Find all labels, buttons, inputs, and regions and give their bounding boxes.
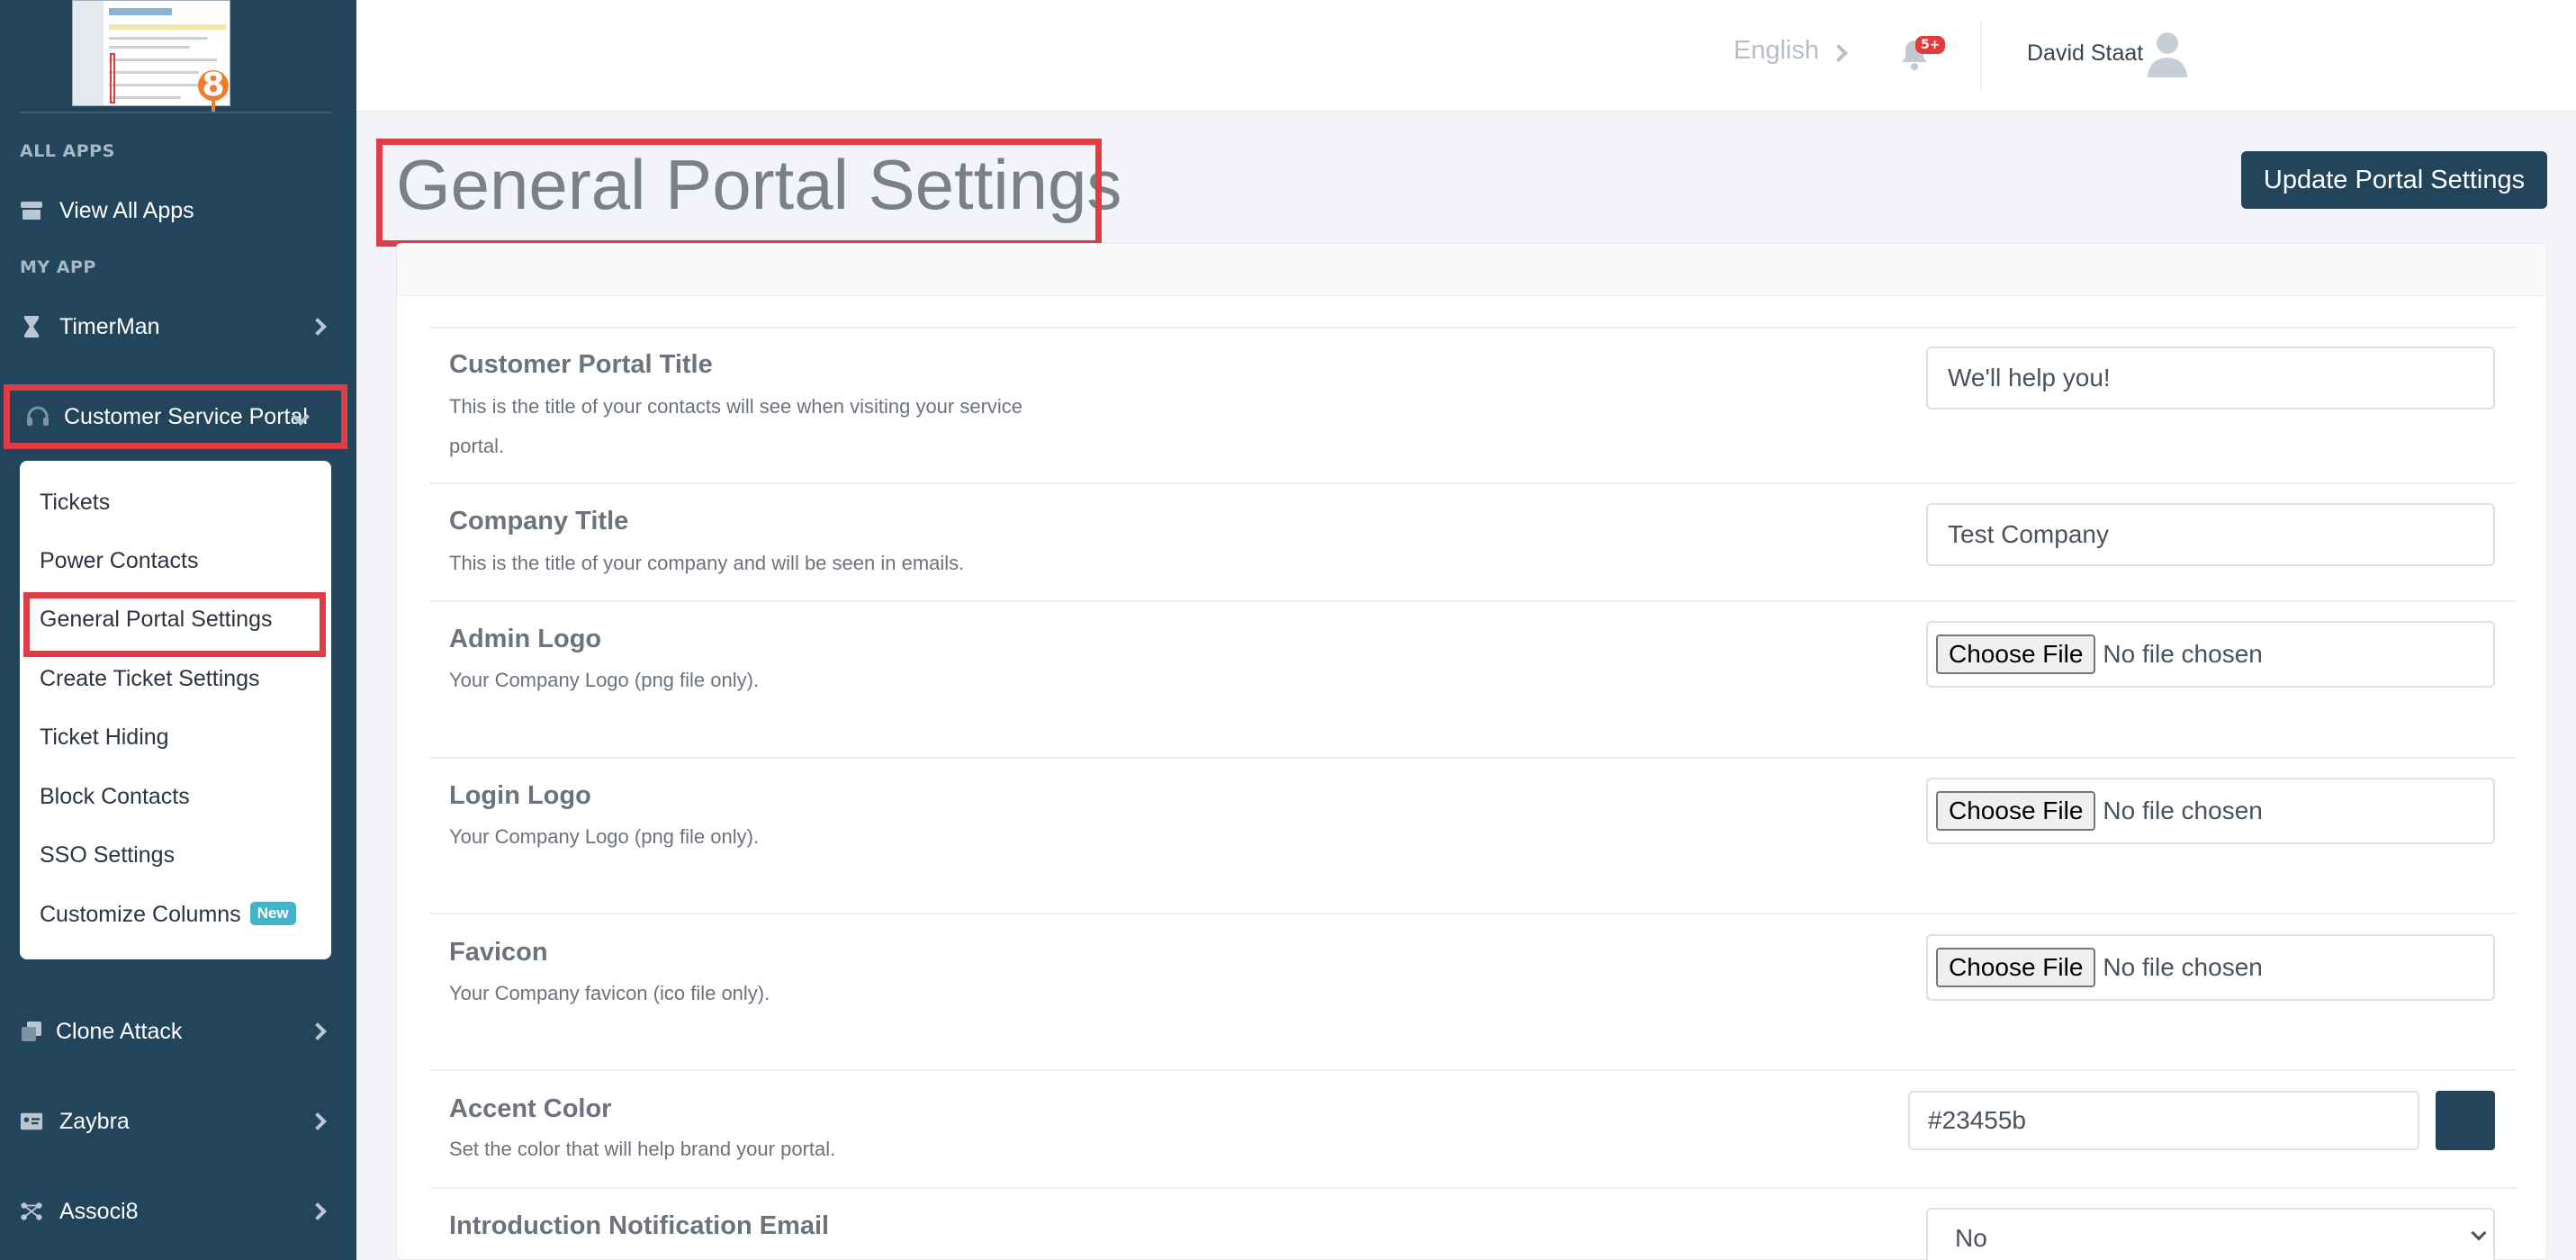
user-name[interactable]: David Staat bbox=[2027, 40, 2143, 67]
submenu-item-customize-columns[interactable]: Customize Columns New bbox=[40, 902, 296, 928]
submenu-item-create-ticket-settings[interactable]: Create Ticket Settings bbox=[40, 666, 260, 692]
section-label-my-app: MY APP bbox=[20, 257, 96, 277]
settings-card-header bbox=[397, 244, 2546, 296]
portal-title-input[interactable]: We'll help you! bbox=[1926, 346, 2495, 410]
sidebar-item-associ8[interactable]: Associ8 bbox=[0, 1184, 356, 1238]
chevron-right-icon bbox=[309, 1202, 327, 1220]
sidebar-item-clone-attack[interactable]: Clone Attack bbox=[0, 1004, 356, 1058]
sidebar-item-customer-service-portal[interactable]: Customer Service Portal bbox=[4, 384, 347, 449]
submenu-item-power-contacts[interactable]: Power Contacts bbox=[40, 548, 198, 574]
row-divider bbox=[430, 1069, 2517, 1071]
notification-badge: 5+ bbox=[1915, 36, 1946, 54]
sidebar-divider bbox=[20, 112, 331, 113]
new-badge: New bbox=[249, 902, 296, 926]
field-desc-admin-logo: Your Company Logo (png file only). bbox=[449, 669, 760, 691]
row-divider bbox=[430, 1187, 2517, 1189]
field-desc-portal-title: This is the title of your contacts will … bbox=[449, 395, 1023, 457]
choose-file-button[interactable]: Choose File bbox=[1936, 634, 2096, 674]
sidebar-item-zaybra[interactable]: Zaybra bbox=[0, 1094, 356, 1148]
sidebar-item-label: View All Apps bbox=[59, 197, 194, 223]
admin-logo-file-input[interactable]: Choose File No file chosen bbox=[1926, 621, 2495, 688]
topbar-divider bbox=[1980, 22, 1982, 90]
avatar[interactable] bbox=[2146, 31, 2189, 77]
field-label-company-title: Company Title bbox=[449, 507, 629, 536]
sidebar-item-label: Clone Attack bbox=[56, 1018, 183, 1044]
chevron-right-icon bbox=[309, 1112, 327, 1130]
choose-file-button[interactable]: Choose File bbox=[1936, 948, 2096, 987]
chevron-right-icon bbox=[309, 1022, 327, 1040]
file-status: No file chosen bbox=[2103, 953, 2263, 981]
section-label-all-apps: ALL APPS bbox=[20, 141, 115, 161]
field-label-portal-title: Customer Portal Title bbox=[449, 350, 713, 379]
company-title-input[interactable]: Test Company bbox=[1926, 503, 2495, 566]
page-title-highlight bbox=[376, 139, 1102, 247]
field-label-favicon: Favicon bbox=[449, 938, 548, 967]
app-logo[interactable]: 8 bbox=[72, 0, 230, 112]
accent-color-swatch[interactable] bbox=[2436, 1091, 2495, 1150]
network-icon bbox=[20, 1200, 43, 1223]
file-status: No file chosen bbox=[2103, 640, 2263, 668]
field-label-admin-logo: Admin Logo bbox=[449, 625, 602, 653]
field-desc-favicon: Your Company favicon (ico file only). bbox=[449, 982, 770, 1004]
store-icon bbox=[20, 199, 43, 222]
hourglass-icon bbox=[20, 315, 43, 338]
submenu-item-general-portal-settings[interactable]: General Portal Settings bbox=[40, 607, 272, 633]
field-label-intro-email: Introduction Notification Email bbox=[449, 1211, 830, 1240]
field-label-login-logo: Login Logo bbox=[449, 781, 591, 810]
sidebar-item-label: Customer Service Portal bbox=[64, 403, 308, 429]
sidebar: 8 ALL APPS View All Apps MY APP TimerMan… bbox=[0, 0, 356, 1260]
row-divider bbox=[430, 913, 2517, 914]
field-desc-login-logo: Your Company Logo (png file only). bbox=[449, 825, 760, 848]
field-label-accent-color: Accent Color bbox=[449, 1094, 612, 1123]
field-desc-company-title: This is the title of your company and wi… bbox=[449, 552, 965, 574]
row-divider bbox=[430, 757, 2517, 759]
row-divider bbox=[430, 600, 2517, 602]
clone-icon bbox=[20, 1020, 43, 1043]
row-divider bbox=[430, 482, 2517, 484]
sidebar-item-label: TimerMan bbox=[59, 313, 160, 339]
submenu-item-block-contacts[interactable]: Block Contacts bbox=[40, 784, 190, 810]
update-portal-settings-button[interactable]: Update Portal Settings bbox=[2241, 151, 2547, 209]
favicon-file-input[interactable]: Choose File No file chosen bbox=[1926, 934, 2495, 1001]
sidebar-item-label: Associ8 bbox=[59, 1198, 139, 1224]
language-selector[interactable]: English bbox=[1734, 36, 1819, 66]
headset-icon bbox=[26, 405, 50, 428]
top-bar bbox=[356, 0, 2576, 112]
submenu-item-label: Customize Columns bbox=[40, 902, 241, 927]
sidebar-item-label: Zaybra bbox=[59, 1108, 130, 1134]
submenu-item-sso-settings[interactable]: SSO Settings bbox=[40, 842, 175, 868]
intro-email-select[interactable]: No bbox=[1926, 1208, 2495, 1260]
customer-service-portal-submenu bbox=[20, 461, 331, 959]
login-logo-file-input[interactable]: Choose File No file chosen bbox=[1926, 778, 2495, 844]
sidebar-item-view-all-apps[interactable]: View All Apps bbox=[0, 184, 356, 238]
chevron-right-icon bbox=[309, 318, 327, 336]
submenu-item-tickets[interactable]: Tickets bbox=[40, 490, 110, 516]
row-divider bbox=[430, 327, 2517, 328]
accent-color-input[interactable]: #23455b bbox=[1908, 1091, 2419, 1150]
file-status: No file chosen bbox=[2103, 796, 2263, 824]
choose-file-button[interactable]: Choose File bbox=[1936, 791, 2096, 831]
id-card-icon bbox=[20, 1110, 43, 1133]
sidebar-item-timerman[interactable]: TimerMan bbox=[0, 300, 356, 354]
logo-badge: 8 bbox=[198, 69, 229, 102]
field-desc-accent-color: Set the color that will help brand your … bbox=[449, 1138, 836, 1160]
submenu-item-ticket-hiding[interactable]: Ticket Hiding bbox=[40, 724, 169, 751]
